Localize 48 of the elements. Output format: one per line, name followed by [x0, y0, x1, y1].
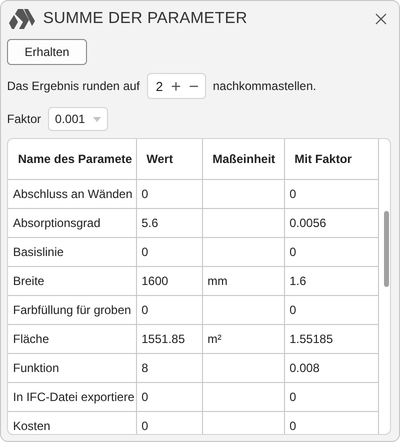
table-cell: m² — [208, 332, 222, 346]
table-cell: Kosten — [13, 419, 50, 433]
table-cell: 0 — [142, 419, 148, 433]
column-header[interactable]: Mit Faktor — [284, 139, 378, 180]
decimals-label: nachkommastellen. — [212, 79, 316, 93]
scrollbar-thumb[interactable] — [384, 211, 388, 287]
logo-icon — [9, 9, 35, 29]
table-cell: 1.55185 — [290, 332, 333, 346]
table-cell: 1551.85 — [142, 332, 185, 346]
increment-button[interactable]: + — [170, 78, 181, 94]
close-button[interactable] — [373, 11, 389, 27]
table-cell: 0 — [142, 187, 148, 201]
table-cell: 0 — [142, 245, 148, 259]
table-cell: 1600 — [142, 274, 168, 288]
table-cell: 0 — [290, 419, 296, 433]
table-cell: mm — [208, 274, 228, 288]
column-header[interactable]: Maßeinheit — [202, 139, 284, 180]
table-cell: 0 — [142, 303, 148, 317]
table-cell: 0 — [290, 187, 296, 201]
table-cell: 0 — [290, 390, 296, 404]
rounding-label: Das Ergebnis runden auf — [7, 79, 140, 93]
table-cell: Funktion — [13, 361, 60, 375]
table-cell: Absorptionsgrad — [13, 216, 100, 230]
table-cell: 0 — [142, 390, 148, 404]
table-cell: 0.0056 — [290, 216, 326, 230]
factor-label: Faktor — [7, 112, 42, 126]
decrement-button[interactable]: − — [188, 78, 199, 94]
stepper-value: 2 — [156, 78, 163, 94]
column-header[interactable]: Name des Paramete — [8, 139, 136, 180]
table-cell: Farbfüllung für groben — [13, 303, 132, 317]
decimal-stepper[interactable]: 2 + − — [146, 73, 206, 99]
table-cell: Abschluss an Wänden — [13, 187, 132, 201]
factor-dropdown[interactable]: 0.001 — [48, 107, 108, 131]
table-cell: 8 — [142, 361, 148, 375]
table-cell: 0 — [290, 245, 296, 259]
table-cell: Breite — [13, 274, 44, 288]
table-cell: 5.6 — [142, 216, 158, 230]
table-cell: Basislinie — [13, 245, 64, 259]
table-cell: 1.6 — [290, 274, 306, 288]
get-button[interactable]: Erhalten — [7, 39, 87, 65]
table-cell: 0.008 — [290, 361, 320, 375]
factor-value: 0.001 — [55, 112, 86, 126]
caret-icon — [93, 116, 102, 122]
table-cell: Fläche — [13, 332, 50, 346]
table-cell: In IFC-Datei exportiere — [13, 390, 134, 404]
table-cell: 0 — [290, 303, 296, 317]
column-header[interactable]: Wert — [136, 139, 202, 180]
window-title: SUMME DER PARAMETER — [43, 10, 248, 28]
